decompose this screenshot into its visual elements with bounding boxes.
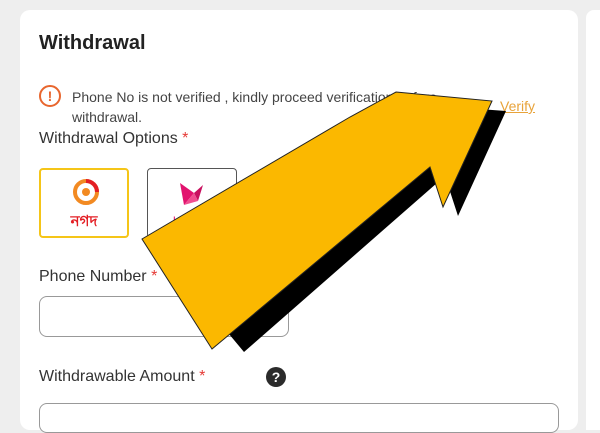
- nagad-option[interactable]: নগদ: [39, 168, 129, 238]
- required-mark: *: [151, 268, 158, 285]
- phone-number-label: Phone Number *: [39, 268, 157, 286]
- nagad-logo-text: নগদ: [70, 213, 98, 230]
- warning-icon: !: [39, 85, 61, 107]
- withdrawable-amount-label: Withdrawable Amount *: [39, 368, 205, 386]
- withdrawal-options-label-text: Withdrawal Options: [39, 130, 178, 147]
- help-icon[interactable]: ?: [266, 367, 286, 387]
- verification-warning-text: Phone No is not verified , kindly procee…: [72, 89, 437, 125]
- required-mark: *: [182, 130, 189, 147]
- page-title: Withdrawal: [39, 32, 146, 54]
- withdrawal-options-label: Withdrawal Options *: [39, 130, 188, 148]
- phone-number-input[interactable]: [39, 296, 289, 337]
- nagad-logo-icon: [73, 179, 99, 205]
- bkash-logo-text: bK: [173, 214, 188, 228]
- phone-number-label-text: Phone Number: [39, 268, 147, 285]
- bkash-logo-icon: [180, 183, 203, 205]
- withdrawable-amount-label-text: Withdrawable Amount: [39, 368, 195, 385]
- side-panel: [586, 10, 600, 430]
- verify-link[interactable]: Verify: [500, 98, 535, 114]
- bkash-option[interactable]: bK: [147, 168, 237, 238]
- required-mark: *: [199, 368, 206, 385]
- withdrawal-card: Withdrawal ! Phone No is not verified , …: [20, 10, 578, 433]
- withdrawable-amount-input[interactable]: [39, 403, 559, 433]
